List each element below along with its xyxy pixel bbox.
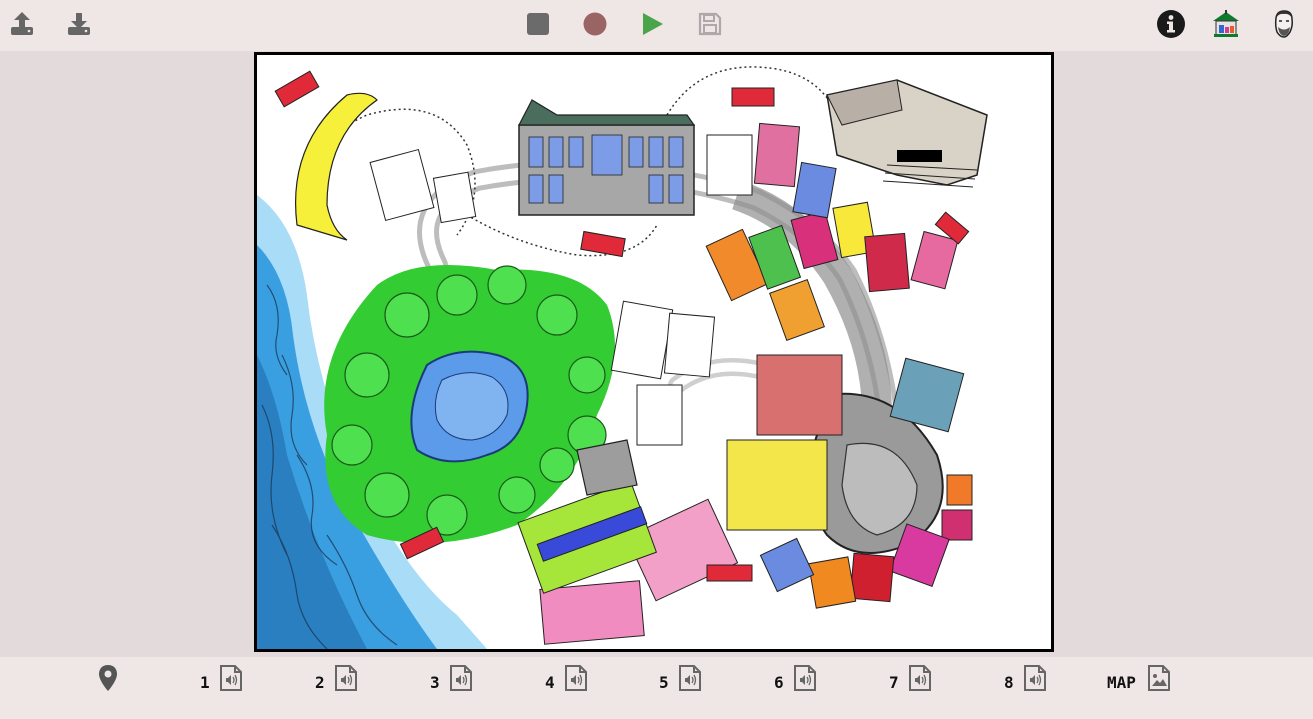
audio-file-icon <box>219 665 242 691</box>
slot-label: 2 <box>315 672 325 692</box>
illustrated-city-map-image <box>257 66 988 649</box>
avatar-icon <box>1274 10 1293 38</box>
audio-file-icon <box>334 665 357 691</box>
info-icon <box>1157 10 1185 38</box>
save-icon <box>698 12 722 36</box>
upload-button[interactable] <box>6 6 38 42</box>
slot-label: 6 <box>774 672 784 692</box>
slot-label: 4 <box>545 672 555 692</box>
map-pin-icon <box>99 665 117 691</box>
image-file-icon <box>1147 665 1170 691</box>
audio-slot-8[interactable]: 8 <box>1004 661 1048 695</box>
audio-slot-1[interactable]: 1 <box>200 661 244 695</box>
map-slot[interactable]: MAP <box>1107 661 1172 695</box>
stop-button[interactable] <box>522 6 554 42</box>
play-button[interactable] <box>636 6 668 42</box>
audio-file-icon <box>564 665 587 691</box>
location-button[interactable] <box>97 661 119 695</box>
profile-button[interactable] <box>1268 6 1300 42</box>
slot-label: 1 <box>200 672 210 692</box>
info-button[interactable] <box>1155 6 1187 42</box>
bottom-toolbar: 1 2 3 4 5 6 7 8 MAP <box>0 657 1313 719</box>
record-icon <box>583 12 607 36</box>
download-icon <box>68 13 90 35</box>
slot-label: 7 <box>889 672 899 692</box>
stop-icon <box>527 13 549 35</box>
audio-file-icon <box>449 665 472 691</box>
audio-slot-4[interactable]: 4 <box>545 661 589 695</box>
audio-file-icon <box>678 665 701 691</box>
audio-slot-3[interactable]: 3 <box>430 661 474 695</box>
audio-slot-5[interactable]: 5 <box>659 661 703 695</box>
audio-file-icon <box>793 665 816 691</box>
download-button[interactable] <box>63 6 95 42</box>
slot-label: 8 <box>1004 672 1014 692</box>
record-button[interactable] <box>579 6 611 42</box>
audio-slot-6[interactable]: 6 <box>774 661 818 695</box>
slot-label: 5 <box>659 672 669 692</box>
upload-icon <box>11 12 33 35</box>
map-canvas[interactable] <box>254 52 1054 652</box>
audio-slot-7[interactable]: 7 <box>889 661 933 695</box>
slot-label: 3 <box>430 672 440 692</box>
top-toolbar <box>0 0 1313 51</box>
map-slot-label: MAP <box>1107 672 1136 692</box>
audio-file-icon <box>908 665 931 691</box>
kiosk-button[interactable] <box>1210 6 1242 42</box>
save-button[interactable] <box>694 6 726 42</box>
audio-slot-2[interactable]: 2 <box>315 661 359 695</box>
audio-file-icon <box>1023 665 1046 691</box>
kiosk-icon <box>1213 10 1239 37</box>
play-icon <box>643 13 663 35</box>
